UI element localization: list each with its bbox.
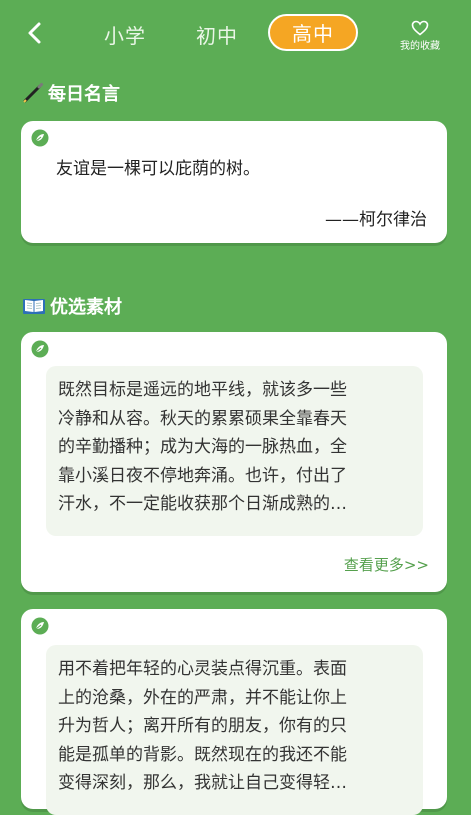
daily-quote-card: 友谊是一棵可以庇荫的树。 ——柯尔律治: [21, 121, 447, 243]
excerpt-line: 汗水，不一定能收获那个日渐成熟的…: [58, 494, 347, 514]
materials-title: 优选素材: [50, 297, 122, 318]
daily-quote-title: 每日名言: [48, 84, 120, 105]
heart-icon: [411, 20, 429, 36]
excerpt-line: 升为哲人；离开所有的朋友，你有的只: [58, 716, 347, 736]
excerpt-line: 既然目标是遥远的地平线，就该多一些: [58, 380, 347, 400]
material-card[interactable]: 用不着把年轻的心灵装点得沉重。表面 上的沧桑，外在的严肃，并不能让你上 升为哲人…: [21, 609, 447, 815]
top-bar: 小学 初中 高中 我的收藏: [0, 0, 471, 66]
tab-senior-high[interactable]: 高中: [268, 14, 358, 51]
leaf-icon: [31, 129, 49, 147]
tab-primary-school[interactable]: 小学: [104, 20, 146, 49]
quote-author: ——柯尔律治: [325, 210, 427, 230]
quote-text: 友谊是一棵可以庇荫的树。: [56, 159, 260, 179]
view-more-link[interactable]: 查看更多>>: [344, 554, 429, 575]
favorites-label: 我的收藏: [400, 41, 440, 52]
open-book-icon: [23, 299, 45, 314]
chevron-left-icon: [28, 22, 41, 44]
excerpt-line: 靠小溪日夜不停地奔涌。也许，付出了: [58, 465, 347, 486]
my-favorites-button[interactable]: 我的收藏: [392, 20, 448, 52]
materials-heading: 优选素材: [22, 293, 122, 319]
excerpt-line: 上的沧桑，外在的严肃，并不能让你上: [58, 687, 347, 708]
pen-icon: [23, 83, 43, 103]
excerpt-line: 的辛勤播种；成为大海的一脉热血，全: [58, 437, 347, 457]
excerpt-line: 变得深刻，那么，我就让自己变得轻…: [58, 773, 347, 793]
leaf-icon: [31, 340, 49, 358]
daily-quote-heading: 每日名言: [22, 80, 120, 106]
material-excerpt: 用不着把年轻的心灵装点得沉重。表面 上的沧桑，外在的严肃，并不能让你上 升为哲人…: [46, 645, 423, 815]
back-button[interactable]: [20, 18, 50, 48]
excerpt-line: 冷静和从容。秋天的累累硕果全靠春天: [58, 408, 347, 429]
material-excerpt: 既然目标是遥远的地平线，就该多一些 冷静和从容。秋天的累累硕果全靠春天 的辛勤播…: [46, 366, 423, 536]
tab-junior-high[interactable]: 初中: [196, 20, 238, 49]
material-card[interactable]: 既然目标是遥远的地平线，就该多一些 冷静和从容。秋天的累累硕果全靠春天 的辛勤播…: [21, 332, 447, 592]
leaf-icon: [31, 617, 49, 635]
excerpt-line: 用不着把年轻的心灵装点得沉重。表面: [58, 659, 347, 679]
excerpt-line: 能是孤单的背影。既然现在的我还不能: [58, 744, 347, 765]
